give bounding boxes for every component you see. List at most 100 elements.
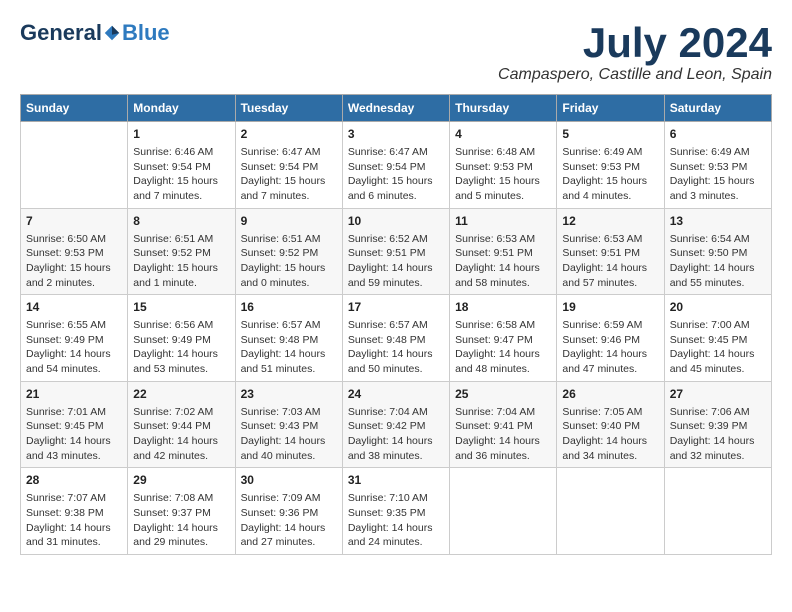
calendar-cell: 4Sunrise: 6:48 AM Sunset: 9:53 PM Daylig…: [450, 122, 557, 209]
day-number: 22: [133, 386, 229, 403]
day-number: 28: [26, 472, 122, 489]
day-number: 30: [241, 472, 337, 489]
day-info: Sunrise: 6:51 AM Sunset: 9:52 PM Dayligh…: [133, 232, 229, 291]
calendar-cell: 30 Sunrise: 7:09 AM Sunset: 9:36 PM Dayli…: [235, 468, 342, 555]
day-number: 17: [348, 299, 444, 316]
day-number: 10: [348, 213, 444, 230]
day-number: 8: [133, 213, 229, 230]
day-info: Sunrise: 7:06 AM Sunset: 9:39 PM Dayligh…: [670, 405, 766, 464]
day-number: 26: [562, 386, 658, 403]
calendar-cell: 6Sunrise: 6:49 AM Sunset: 9:53 PM Daylig…: [664, 122, 771, 209]
weekday-header-cell: Saturday: [664, 95, 771, 122]
day-number: 4: [455, 126, 551, 143]
calendar-cell: 22 Sunrise: 7:02 AM Sunset: 9:44 PM Dayli…: [128, 381, 235, 468]
page-header: General Blue July 2024 Campaspero, Casti…: [20, 20, 772, 84]
day-info: Sunrise: 6:57 AM Sunset: 9:48 PM Dayligh…: [348, 318, 444, 377]
calendar-cell: 16 Sunrise: 6:57 AM Sunset: 9:48 PM Dayli…: [235, 295, 342, 382]
calendar-cell: 20 Sunrise: 7:00 AM Sunset: 9:45 PM Dayli…: [664, 295, 771, 382]
logo: General Blue: [20, 20, 170, 46]
calendar-cell: 8 Sunrise: 6:51 AM Sunset: 9:52 PM Daylig…: [128, 208, 235, 295]
day-number: 13: [670, 213, 766, 230]
day-info: Sunrise: 6:53 AM Sunset: 9:51 PM Dayligh…: [455, 232, 551, 291]
day-info: Sunrise: 7:04 AM Sunset: 9:41 PM Dayligh…: [455, 405, 551, 464]
calendar-cell: 14Sunrise: 6:55 AM Sunset: 9:49 PM Dayli…: [21, 295, 128, 382]
logo-blue-text: Blue: [122, 20, 170, 46]
day-info: Sunrise: 7:05 AM Sunset: 9:40 PM Dayligh…: [562, 405, 658, 464]
weekday-header-cell: Sunday: [21, 95, 128, 122]
calendar-cell: 12 Sunrise: 6:53 AM Sunset: 9:51 PM Dayli…: [557, 208, 664, 295]
day-info: Sunrise: 6:54 AM Sunset: 9:50 PM Dayligh…: [670, 232, 766, 291]
weekday-header-cell: Monday: [128, 95, 235, 122]
day-info: Sunrise: 7:04 AM Sunset: 9:42 PM Dayligh…: [348, 405, 444, 464]
calendar-cell: 2 Sunrise: 6:47 AM Sunset: 9:54 PM Daylig…: [235, 122, 342, 209]
calendar-cell: 17 Sunrise: 6:57 AM Sunset: 9:48 PM Dayli…: [342, 295, 449, 382]
calendar-cell: 9Sunrise: 6:51 AM Sunset: 9:52 PM Daylig…: [235, 208, 342, 295]
day-number: 2: [241, 126, 337, 143]
calendar-cell: 10 Sunrise: 6:52 AM Sunset: 9:51 PM Dayli…: [342, 208, 449, 295]
calendar-cell: 24 Sunrise: 7:04 AM Sunset: 9:42 PM Dayli…: [342, 381, 449, 468]
day-info: Sunrise: 6:57 AM Sunset: 9:48 PM Dayligh…: [241, 318, 337, 377]
day-number: 21: [26, 386, 122, 403]
day-info: Sunrise: 6:52 AM Sunset: 9:51 PM Dayligh…: [348, 232, 444, 291]
weekday-header-cell: Wednesday: [342, 95, 449, 122]
calendar-cell: 18Sunrise: 6:58 AM Sunset: 9:47 PM Dayli…: [450, 295, 557, 382]
day-info: Sunrise: 7:00 AM Sunset: 9:45 PM Dayligh…: [670, 318, 766, 377]
day-info: Sunrise: 7:07 AM Sunset: 9:38 PM Dayligh…: [26, 491, 122, 550]
calendar-cell: [21, 122, 128, 209]
day-info: Sunrise: 6:56 AM Sunset: 9:49 PM Dayligh…: [133, 318, 229, 377]
calendar-cell: 7 Sunrise: 6:50 AM Sunset: 9:53 PM Daylig…: [21, 208, 128, 295]
day-number: 31: [348, 472, 444, 489]
calendar-week-row: 7 Sunrise: 6:50 AM Sunset: 9:53 PM Daylig…: [21, 208, 772, 295]
calendar-cell: 28 Sunrise: 7:07 AM Sunset: 9:38 PM Dayli…: [21, 468, 128, 555]
calendar-cell: 27Sunrise: 7:06 AM Sunset: 9:39 PM Dayli…: [664, 381, 771, 468]
calendar-cell: 29 Sunrise: 7:08 AM Sunset: 9:37 PM Dayli…: [128, 468, 235, 555]
day-info: Sunrise: 6:53 AM Sunset: 9:51 PM Dayligh…: [562, 232, 658, 291]
logo-icon: [103, 24, 121, 42]
calendar-cell: 1 Sunrise: 6:46 AM Sunset: 9:54 PM Daylig…: [128, 122, 235, 209]
day-info: Sunrise: 7:09 AM Sunset: 9:36 PM Dayligh…: [241, 491, 337, 550]
calendar-cell: [664, 468, 771, 555]
day-info: Sunrise: 6:47 AM Sunset: 9:54 PM Dayligh…: [241, 145, 337, 204]
day-info: Sunrise: 6:47 AM Sunset: 9:54 PM Dayligh…: [348, 145, 444, 204]
day-number: 12: [562, 213, 658, 230]
calendar-cell: 3 Sunrise: 6:47 AM Sunset: 9:54 PM Daylig…: [342, 122, 449, 209]
day-number: 15: [133, 299, 229, 316]
day-info: Sunrise: 7:10 AM Sunset: 9:35 PM Dayligh…: [348, 491, 444, 550]
day-info: Sunrise: 6:50 AM Sunset: 9:53 PM Dayligh…: [26, 232, 122, 291]
day-number: 1: [133, 126, 229, 143]
calendar-cell: 13 Sunrise: 6:54 AM Sunset: 9:50 PM Dayli…: [664, 208, 771, 295]
weekday-header-row: SundayMondayTuesdayWednesdayThursdayFrid…: [21, 95, 772, 122]
calendar-week-row: 21 Sunrise: 7:01 AM Sunset: 9:45 PM Dayli…: [21, 381, 772, 468]
calendar-subtitle: Campaspero, Castille and Leon, Spain: [498, 66, 772, 84]
day-info: Sunrise: 6:49 AM Sunset: 9:53 PM Dayligh…: [562, 145, 658, 204]
day-info: Sunrise: 7:01 AM Sunset: 9:45 PM Dayligh…: [26, 405, 122, 464]
day-info: Sunrise: 7:08 AM Sunset: 9:37 PM Dayligh…: [133, 491, 229, 550]
day-info: Sunrise: 7:02 AM Sunset: 9:44 PM Dayligh…: [133, 405, 229, 464]
day-info: Sunrise: 6:59 AM Sunset: 9:46 PM Dayligh…: [562, 318, 658, 377]
day-info: Sunrise: 6:46 AM Sunset: 9:54 PM Dayligh…: [133, 145, 229, 204]
logo-general-text: General: [20, 20, 102, 46]
weekday-header-cell: Friday: [557, 95, 664, 122]
calendar-cell: 19 Sunrise: 6:59 AM Sunset: 9:46 PM Dayli…: [557, 295, 664, 382]
weekday-header-cell: Thursday: [450, 95, 557, 122]
calendar-cell: [450, 468, 557, 555]
title-block: July 2024 Campaspero, Castille and Leon,…: [498, 20, 772, 84]
calendar-cell: 5Sunrise: 6:49 AM Sunset: 9:53 PM Daylig…: [557, 122, 664, 209]
day-number: 24: [348, 386, 444, 403]
calendar-cell: 11Sunrise: 6:53 AM Sunset: 9:51 PM Dayli…: [450, 208, 557, 295]
day-number: 7: [26, 213, 122, 230]
calendar-cell: 26 Sunrise: 7:05 AM Sunset: 9:40 PM Dayli…: [557, 381, 664, 468]
day-number: 9: [241, 213, 337, 230]
day-number: 19: [562, 299, 658, 316]
day-number: 29: [133, 472, 229, 489]
day-number: 16: [241, 299, 337, 316]
calendar-body: 1 Sunrise: 6:46 AM Sunset: 9:54 PM Daylig…: [21, 122, 772, 555]
day-number: 20: [670, 299, 766, 316]
day-number: 25: [455, 386, 551, 403]
day-info: Sunrise: 6:55 AM Sunset: 9:49 PM Dayligh…: [26, 318, 122, 377]
weekday-header-cell: Tuesday: [235, 95, 342, 122]
calendar-cell: 15 Sunrise: 6:56 AM Sunset: 9:49 PM Dayli…: [128, 295, 235, 382]
day-info: Sunrise: 7:03 AM Sunset: 9:43 PM Dayligh…: [241, 405, 337, 464]
day-number: 3: [348, 126, 444, 143]
day-number: 18: [455, 299, 551, 316]
